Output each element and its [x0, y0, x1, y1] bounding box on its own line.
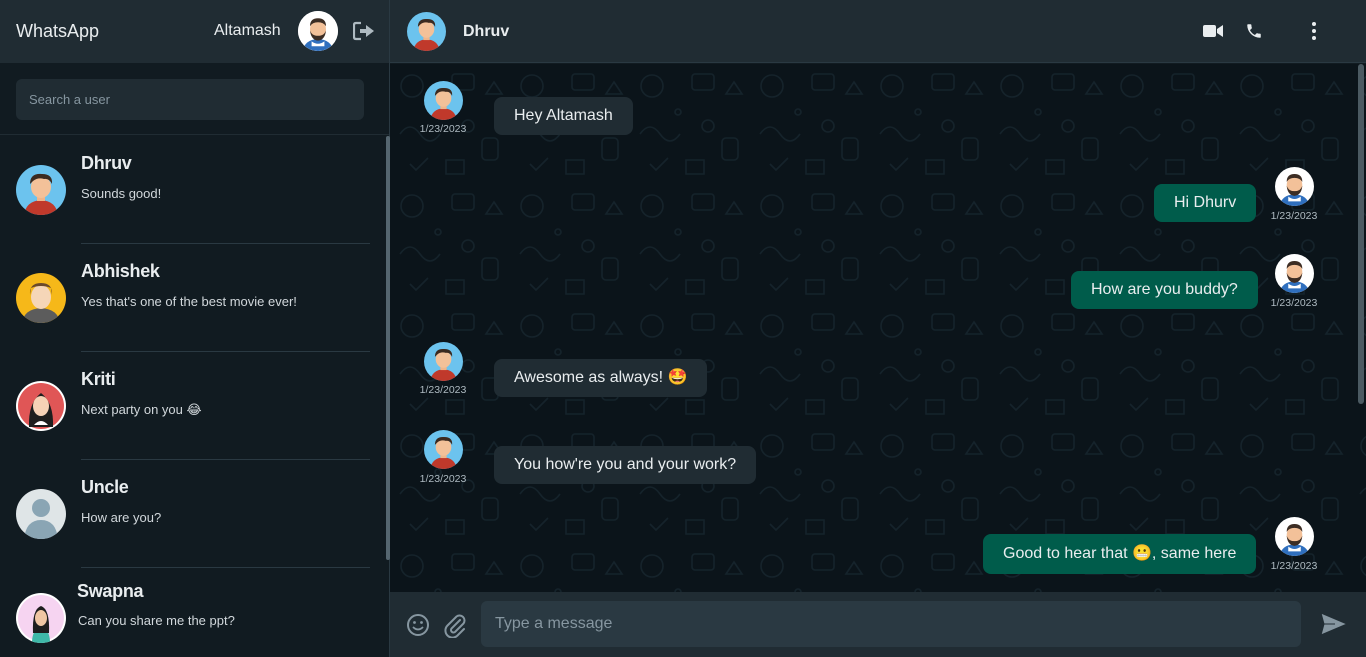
send-icon[interactable]	[1320, 611, 1349, 637]
avatar	[1275, 517, 1314, 556]
avatar	[16, 593, 66, 643]
chat-last-message: Yes that's one of the best movie ever!	[81, 294, 297, 309]
message-bubble: Hey Altamash	[494, 97, 633, 135]
logout-icon[interactable]	[352, 21, 375, 41]
chat-item-kriti[interactable]: Kriti Next party on you 😂	[0, 352, 386, 460]
chat-last-message: How are you?	[81, 510, 162, 525]
chat-name: Dhruv	[81, 153, 132, 173]
chat-item-dhruv[interactable]: Dhruv Sounds good!	[0, 136, 386, 244]
current-user-name: Altamash	[214, 22, 281, 39]
message-bubble: Hi Dhurv	[1154, 184, 1257, 222]
current-user-avatar[interactable]	[298, 11, 338, 51]
avatar	[424, 342, 463, 381]
peer-name: Dhruv	[463, 23, 510, 40]
peer-avatar[interactable]	[407, 12, 446, 51]
chat-last-message: Can you share me the ppt?	[78, 613, 235, 628]
avatar	[16, 489, 66, 539]
search-bar	[0, 63, 389, 135]
message-area: 1/23/2023 Hey Altamash Hi Dhurv 1/23/202…	[390, 64, 1366, 592]
chat-name: Uncle	[81, 477, 129, 497]
avatar	[424, 430, 463, 469]
chat-name: Swapna	[77, 581, 144, 601]
message-input[interactable]	[481, 601, 1301, 647]
chat-item-swapna[interactable]: Swapna Can you share me the ppt?	[0, 568, 386, 657]
chat-item-uncle[interactable]: Uncle How are you?	[0, 460, 386, 568]
paperclip-icon[interactable]	[442, 612, 468, 639]
chat-item-abhishek[interactable]: Abhishek Yes that's one of the best movi…	[0, 244, 386, 352]
phone-icon[interactable]	[1243, 20, 1265, 42]
message-date: 1/23/2023	[1270, 210, 1318, 222]
message-bubble: How are you buddy?	[1071, 271, 1258, 309]
message-bubble: Awesome as always! 🤩	[494, 359, 708, 397]
avatar	[424, 81, 463, 120]
message-date: 1/23/2023	[419, 123, 467, 135]
video-call-icon[interactable]	[1202, 20, 1224, 42]
chat-name: Abhishek	[81, 261, 160, 281]
message-date: 1/23/2023	[419, 473, 467, 485]
chat-last-message: Sounds good!	[81, 186, 162, 201]
chat-wallpaper	[390, 64, 1366, 592]
message-date: 1/23/2023	[1270, 560, 1318, 572]
avatar	[1275, 167, 1314, 206]
chat-name: Kriti	[81, 369, 116, 389]
message-scrollbar[interactable]	[1358, 64, 1364, 404]
sidebar-header: WhatsApp Altamash	[0, 0, 389, 63]
message-date: 1/23/2023	[1270, 297, 1318, 309]
message-bubble: You how're you and your work?	[494, 446, 757, 484]
sidebar: WhatsApp Altamash Dhruv Sounds good! Abh…	[0, 0, 390, 657]
emoji-icon[interactable]	[405, 612, 431, 638]
message-bubble: Good to hear that 😬, same here	[983, 534, 1257, 574]
message-composer	[390, 592, 1366, 657]
avatar	[1275, 254, 1314, 293]
conversation-pane: Dhruv 1/23/2023 Hey Altamash Hi Dhurv 1/…	[390, 0, 1366, 657]
search-input[interactable]	[16, 79, 364, 120]
chat-last-message: Next party on you 😂	[81, 402, 202, 417]
avatar	[16, 381, 66, 431]
conversation-header: Dhruv	[390, 0, 1366, 63]
app-title: WhatsApp	[16, 21, 100, 41]
avatar	[16, 165, 66, 215]
message-date: 1/23/2023	[419, 384, 467, 396]
avatar	[16, 273, 66, 323]
chat-list: Dhruv Sounds good! Abhishek Yes that's o…	[0, 136, 386, 657]
more-vertical-icon[interactable]	[1303, 20, 1325, 42]
